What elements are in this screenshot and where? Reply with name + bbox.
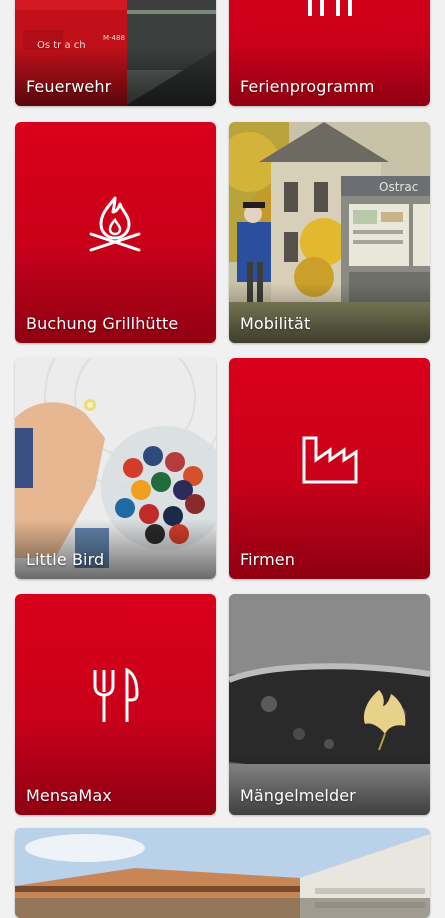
- label-shade: [229, 755, 430, 815]
- svg-text:M-488: M-488: [103, 34, 125, 42]
- tile-little-bird[interactable]: Little Bird: [15, 358, 216, 579]
- campfire-icon: [89, 196, 141, 252]
- sign-text: Ostrac: [379, 180, 418, 194]
- tile-label: Firmen: [240, 550, 295, 569]
- tile-ferienprogramm[interactable]: Ferienprogramm: [229, 0, 430, 106]
- fork-knife-icon: [93, 668, 139, 722]
- label-shade: [15, 519, 216, 579]
- holiday-program-icon: [308, 0, 352, 16]
- tile-label: Mobilität: [240, 314, 311, 333]
- label-shade: [229, 283, 430, 343]
- tile-maengelmelder[interactable]: Mängelmelder: [229, 594, 430, 815]
- label-shade: [15, 46, 216, 106]
- tile-label: Little Bird: [26, 550, 105, 569]
- tile-buchung-grillhuette[interactable]: Buchung Grillhütte: [15, 122, 216, 343]
- tile-label: Ferienprogramm: [240, 77, 375, 96]
- tile-mobilitaet[interactable]: Ostrac Mobilität: [229, 122, 430, 343]
- tile-label: Feuerwehr: [26, 77, 112, 96]
- tile-feuerwehr[interactable]: Os tr a ch M-488 Feuerwehr: [15, 0, 216, 106]
- factory-icon: [302, 436, 358, 484]
- tile-school-building[interactable]: [15, 828, 430, 918]
- school-building-photo: [15, 828, 430, 918]
- tile-label: Buchung Grillhütte: [26, 314, 179, 333]
- tile-label: MensaMax: [26, 786, 112, 805]
- tile-firmen[interactable]: Firmen: [229, 358, 430, 579]
- tile-mensamax[interactable]: MensaMax: [15, 594, 216, 815]
- tile-label: Mängelmelder: [240, 786, 356, 805]
